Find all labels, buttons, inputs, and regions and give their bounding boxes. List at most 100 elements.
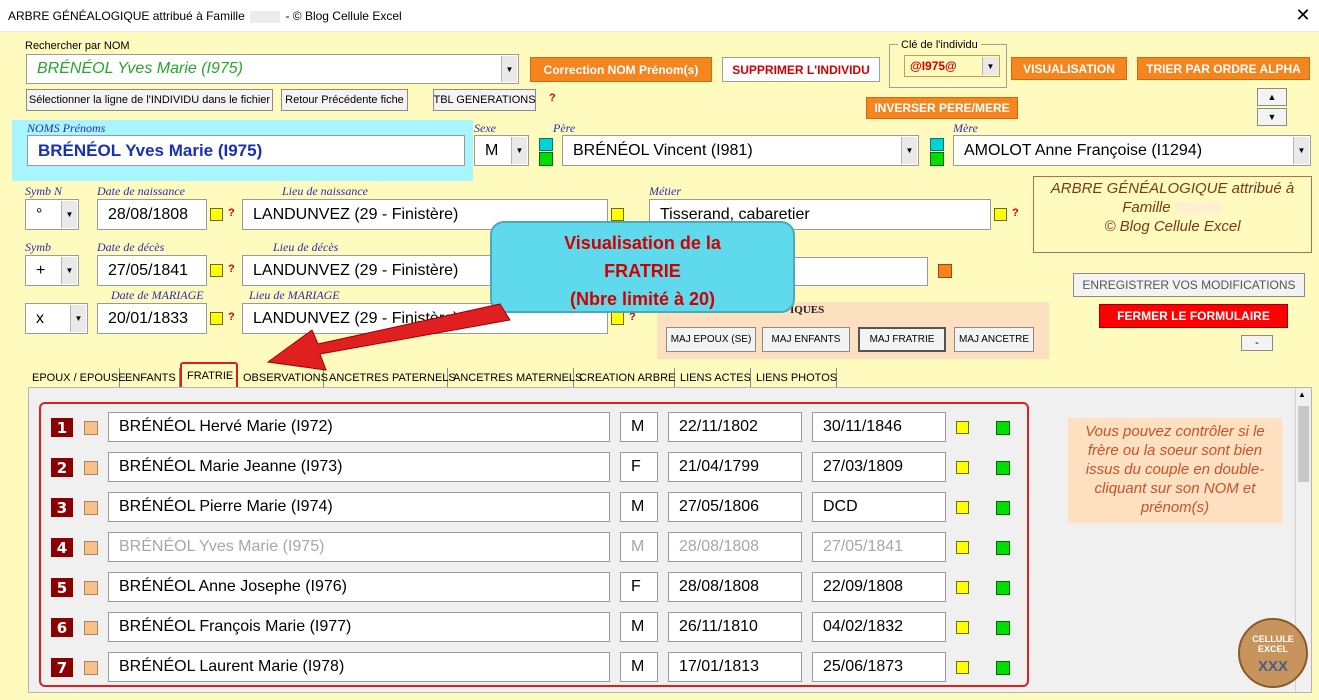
row-green-marker-icon[interactable] [996,661,1010,675]
sibling-deces-field[interactable]: 04/02/1832 [812,612,946,642]
sibling-deces-field[interactable]: 25/06/1873 [812,652,946,682]
help-icon[interactable]: ? [1012,207,1019,219]
pere-combobox[interactable]: BRÉNÉOL Vincent (I981) ▼ [562,135,919,166]
pere-link-cyan-icon[interactable] [539,138,553,151]
row-select-icon[interactable] [84,621,98,635]
mariage-symb-combobox[interactable]: x ▼ [25,303,88,334]
help-icon[interactable]: ? [549,92,556,104]
retour-button[interactable]: Retour Précédente fiche [281,89,408,111]
maj-fratrie-button[interactable]: MAJ FRATRIE [858,327,946,352]
sibling-name-field[interactable]: BRÉNÉOL Hervé Marie (I972) [108,412,610,442]
row-select-icon[interactable] [84,501,98,515]
row-yellow-marker-icon[interactable] [956,541,969,554]
sibling-name-field[interactable]: BRÉNÉOL Yves Marie (I975) [108,532,610,562]
chevron-down-icon[interactable]: ▼ [511,137,527,164]
naissance-lieu-marker-icon[interactable] [611,208,624,221]
row-yellow-marker-icon[interactable] [956,621,969,634]
maj-epoux-button[interactable]: MAJ EPOUX (SE) [666,327,756,352]
row-green-marker-icon[interactable] [996,461,1010,475]
chevron-down-icon[interactable]: ▼ [501,56,517,82]
chevron-down-icon[interactable]: ▼ [70,305,86,332]
row-yellow-marker-icon[interactable] [956,501,969,514]
tab-liens-photos[interactable]: LIENS PHOTOS [751,368,837,387]
sibling-sexe-field[interactable]: M [620,532,658,562]
trier-button[interactable]: TRIER PAR ORDRE ALPHA [1137,57,1310,80]
tbl-generations-button[interactable]: TBL GENERATIONS [433,89,536,111]
help-icon[interactable]: ? [228,207,235,219]
sibling-deces-field[interactable]: DCD [812,492,946,522]
row-yellow-marker-icon[interactable] [956,581,969,594]
sexe-combobox[interactable]: M ▼ [474,135,529,166]
sibling-deces-field[interactable]: 30/11/1846 [812,412,946,442]
pere-link-green-icon[interactable] [539,152,553,166]
noms-field[interactable]: BRÉNÉOL Yves Marie (I975) [27,135,465,166]
sibling-deces-field[interactable]: 27/03/1809 [812,452,946,482]
search-combobox[interactable]: BRÉNÉOL Yves Marie (I975) ▼ [26,54,519,84]
chevron-down-icon[interactable]: ▼ [982,57,998,75]
select-ligne-button[interactable]: Sélectionner la ligne de l'INDIVIDU dans… [26,89,273,111]
chevron-down-icon[interactable]: ▼ [61,201,77,228]
row-green-marker-icon[interactable] [996,621,1010,635]
sibling-naissance-field[interactable]: 21/04/1799 [668,452,802,482]
sibling-sexe-field[interactable]: M [620,492,658,522]
sibling-name-field[interactable]: BRÉNÉOL Pierre Marie (I974) [108,492,610,522]
sibling-sexe-field[interactable]: F [620,572,658,602]
tab-enfants[interactable]: ENFANTS [120,368,180,387]
scroll-up-icon[interactable]: ▲ [1298,390,1306,399]
help-icon[interactable]: ? [228,311,235,323]
chevron-down-icon[interactable]: ▼ [1293,137,1309,164]
sibling-name-field[interactable]: BRÉNÉOL Anne Josephe (I976) [108,572,610,602]
sibling-name-field[interactable]: BRÉNÉOL François Marie (I977) [108,612,610,642]
down-arrow-button[interactable]: ▼ [1257,108,1287,126]
sibling-naissance-field[interactable]: 28/08/1808 [668,532,802,562]
sibling-sexe-field[interactable]: F [620,452,658,482]
row-green-marker-icon[interactable] [996,541,1010,555]
chevron-down-icon[interactable]: ▼ [61,257,77,284]
tab-creation-arbre[interactable]: CREATION ARBRE [574,368,675,387]
row-select-icon[interactable] [84,541,98,555]
orange-marker-icon[interactable] [938,264,952,278]
scroll-thumb[interactable] [1298,406,1309,482]
sibling-sexe-field[interactable]: M [620,612,658,642]
row-select-icon[interactable] [84,461,98,475]
inverser-button[interactable]: INVERSER PERE/MERE [866,97,1018,119]
mere-link-cyan-icon[interactable] [930,138,944,151]
correction-button[interactable]: Correction NOM Prénom(s) [530,57,712,82]
extra-field[interactable] [790,257,928,286]
row-select-icon[interactable] [84,421,98,435]
naissance-date-marker-icon[interactable] [210,208,223,221]
tab-liens-actes[interactable]: LIENS ACTES [675,368,751,387]
supprimer-button[interactable]: SUPPRIMER L'INDIVIDU [722,57,880,82]
maj-ancetre-button[interactable]: MAJ ANCETRE [954,327,1034,352]
row-yellow-marker-icon[interactable] [956,461,969,474]
mere-link-green-icon[interactable] [930,152,944,166]
sibling-sexe-field[interactable]: M [620,652,658,682]
sibling-naissance-field[interactable]: 17/01/1813 [668,652,802,682]
minimize-form-button[interactable]: - [1241,335,1273,351]
sibling-naissance-field[interactable]: 22/11/1802 [668,412,802,442]
visualisation-button[interactable]: VISUALISATION [1011,57,1127,80]
sibling-name-field[interactable]: BRÉNÉOL Marie Jeanne (I973) [108,452,610,482]
metier-marker-icon[interactable] [994,208,1007,221]
sibling-sexe-field[interactable]: M [620,412,658,442]
tab-fratrie[interactable]: FRATRIE [180,362,238,390]
up-arrow-button[interactable]: ▲ [1257,88,1287,106]
help-icon[interactable]: ? [228,263,235,275]
maj-enfants-button[interactable]: MAJ ENFANTS [762,327,850,352]
cle-combobox[interactable]: @I975@ ▼ [904,55,1000,77]
sibling-name-field[interactable]: BRÉNÉOL Laurent Marie (I978) [108,652,610,682]
row-yellow-marker-icon[interactable] [956,421,969,434]
symbn-combobox[interactable]: ° ▼ [25,199,79,230]
row-select-icon[interactable] [84,661,98,675]
close-icon[interactable]: ✕ [1292,4,1314,26]
deces-date-field[interactable]: 27/05/1841 [97,255,207,286]
naissance-date-field[interactable]: 28/08/1808 [97,199,207,230]
tab-epoux[interactable]: EPOUX / EPOUSE [27,368,126,387]
mariage-date-marker-icon[interactable] [210,312,223,325]
row-green-marker-icon[interactable] [996,501,1010,515]
sibling-naissance-field[interactable]: 28/08/1808 [668,572,802,602]
sibling-naissance-field[interactable]: 26/11/1810 [668,612,802,642]
mere-combobox[interactable]: AMOLOT Anne Françoise (I1294) ▼ [953,135,1311,166]
deces-date-marker-icon[interactable] [210,264,223,277]
row-yellow-marker-icon[interactable] [956,661,969,674]
